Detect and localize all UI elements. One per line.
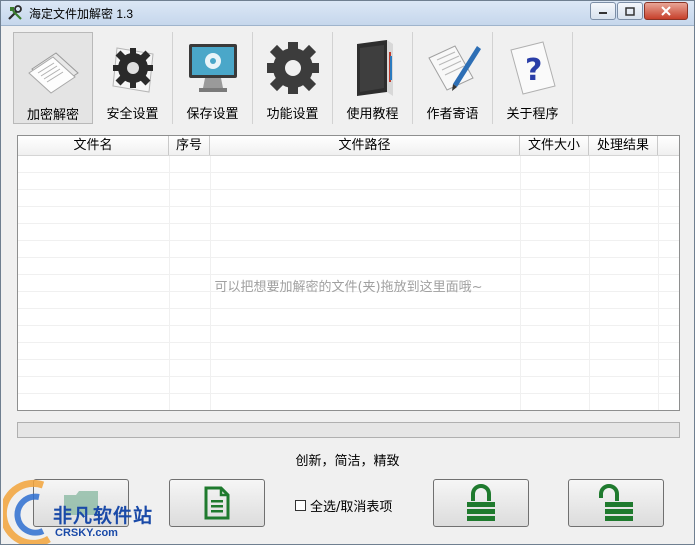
slogan: 创新，简洁，精致 — [295, 454, 400, 469]
watermark: 非凡软件站 CRSKY.com — [1, 471, 171, 544]
papers-icon — [28, 52, 79, 94]
maximize-button[interactable] — [617, 2, 643, 20]
select-all-label: 全选/取消表项 — [310, 500, 393, 515]
document-icon — [204, 486, 230, 520]
select-all-checkbox[interactable] — [295, 500, 306, 511]
pen-paper-icon — [428, 45, 481, 91]
app-window: 海定文件加解密 1.3 加密解密 安全设置 保存设置 功能设置 使用教程 作者寄… — [0, 0, 695, 545]
watermark-logo-icon — [3, 479, 51, 544]
select-all-toggle[interactable]: 全选/取消表项 — [295, 496, 392, 515]
maximize-icon — [625, 6, 635, 16]
encrypt-button[interactable] — [433, 479, 529, 527]
toolbar-item-about[interactable]: ? 关于程序 — [493, 32, 573, 124]
toolbar-item-tutorial[interactable]: 使用教程 — [333, 32, 413, 124]
grid-line — [18, 190, 679, 207]
add-file-button[interactable] — [169, 479, 265, 527]
book-icon — [357, 40, 393, 96]
column-header-result[interactable]: 处理结果 — [589, 136, 658, 155]
minimize-icon — [599, 12, 607, 14]
column-header-size[interactable]: 文件大小 — [520, 136, 589, 155]
grid-line — [18, 394, 679, 410]
help-icon: ? — [510, 41, 556, 95]
toolbar-item-security-settings[interactable]: 安全设置 — [93, 32, 173, 124]
close-button[interactable] — [644, 2, 688, 20]
file-list[interactable]: 文件名 序号 文件路径 文件大小 处理结果 可以把想要加解密的文件(夹)拖放到这… — [17, 135, 680, 411]
toolbar-item-label: 加密解密 — [26, 108, 79, 123]
grid-line — [18, 207, 679, 224]
grid-line — [18, 360, 679, 377]
grid-line — [18, 156, 679, 173]
column-header-path[interactable]: 文件路径 — [210, 136, 520, 155]
toolbar-item-function-settings[interactable]: 功能设置 — [253, 32, 333, 124]
column-header-index[interactable]: 序号 — [169, 136, 210, 155]
toolbar-item-label: 使用教程 — [346, 107, 399, 122]
toolbar-item-label: 关于程序 — [506, 107, 559, 122]
grid-line — [18, 224, 679, 241]
cog-icon — [267, 42, 319, 94]
decrypt-button[interactable] — [568, 479, 664, 527]
toolbar-item-author-message[interactable]: 作者寄语 — [413, 32, 493, 124]
gear-icon — [112, 47, 154, 93]
close-icon — [661, 6, 671, 16]
grid-line — [18, 241, 679, 258]
unlock-icon — [599, 484, 633, 521]
toolbar-item-save-settings[interactable]: 保存设置 — [173, 32, 253, 124]
grid-line — [18, 173, 679, 190]
watermark-brand: 非凡软件站 — [53, 505, 154, 527]
minimize-button[interactable] — [590, 2, 616, 20]
toolbar-item-label: 作者寄语 — [426, 107, 479, 122]
grid-line — [18, 343, 679, 360]
toolbar-item-label: 安全设置 — [106, 107, 159, 122]
toolbar-item-label: 功能设置 — [266, 107, 319, 122]
grid-line — [18, 326, 679, 343]
tools-icon — [8, 5, 22, 20]
toolbar-item-label: 保存设置 — [186, 107, 239, 122]
watermark-site: CRSKY.com — [55, 527, 118, 539]
grid-line — [18, 309, 679, 326]
progress-bar — [17, 422, 680, 438]
lock-icon — [467, 484, 495, 521]
grid-line — [18, 258, 679, 275]
column-header-filename[interactable]: 文件名 — [18, 136, 169, 155]
svg-text:?: ? — [525, 53, 542, 88]
window-title: 海定文件加解密 1.3 — [29, 7, 134, 21]
file-list-header: 文件名 序号 文件路径 文件大小 处理结果 — [18, 136, 679, 156]
toolbar-item-encrypt-decrypt[interactable]: 加密解密 — [13, 32, 93, 124]
drop-hint: 可以把想要加解密的文件(夹)拖放到这里面哦~ — [214, 280, 483, 295]
grid-line — [18, 377, 679, 394]
main-toolbar: 加密解密 安全设置 保存设置 功能设置 使用教程 作者寄语 ? 关于程序 — [13, 32, 573, 124]
title-bar[interactable]: 海定文件加解密 1.3 — [1, 1, 694, 26]
monitor-gear-icon — [189, 44, 237, 92]
